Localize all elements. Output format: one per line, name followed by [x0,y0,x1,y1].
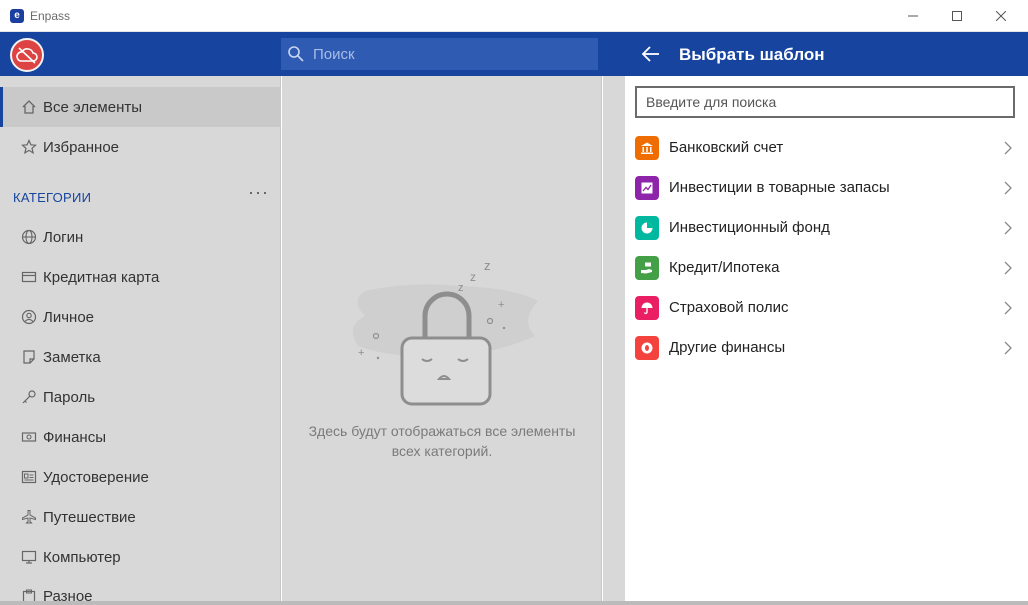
sidebar-item-label: Путешествие [43,508,136,526]
panel-header: Выбрать шаблон [625,32,1025,76]
detail-pane-edge [603,76,625,605]
coin-icon [635,336,659,360]
pie-icon [635,216,659,240]
template-investment-fund[interactable]: Инвестиционный фонд [625,208,1025,248]
sidebar-item-label: Пароль [43,388,96,406]
sidebar-item-note[interactable]: Заметка [0,337,281,377]
categories-more-button[interactable]: ··· [248,182,269,203]
sidebar-item-credit-card[interactable]: Кредитная карта [0,257,281,297]
sidebar-item-label: Заметка [43,348,101,366]
sleeping-lock-illustration: z z z + + [352,258,538,406]
chevron-right-icon [1004,141,1012,155]
template-bank-account[interactable]: Банковский счет [625,128,1025,168]
svg-text:z: z [458,282,464,294]
key-icon [20,388,38,406]
sidebar-item-finance[interactable]: Финансы [0,417,281,457]
sidebar-item-travel[interactable]: Путешествие [0,497,281,537]
template-picker-panel: Выбрать шаблон Введите для поиска Банков… [625,32,1025,601]
sidebar-item-password[interactable]: Пароль [0,377,281,417]
home-icon [20,98,38,116]
items-list-empty: z z z + + Здесь будут отображаться все э… [282,76,602,605]
credit-card-icon [20,268,38,286]
sidebar-item-label: Личное [43,308,95,326]
template-label: Кредит/Ипотека [669,259,780,276]
sidebar-item-label: Кредитная карта [43,268,160,286]
sidebar-item-identity[interactable]: Удостоверение [0,457,281,497]
chevron-right-icon [1004,221,1012,235]
plane-icon [20,508,38,526]
empty-state-text: Здесь будут отображаться все элементы вс… [292,421,592,461]
chevron-right-icon [1004,301,1012,315]
svg-text:z: z [470,270,476,284]
chevron-right-icon [1004,341,1012,355]
window-bottom-edge [0,601,1028,605]
computer-icon [20,548,38,566]
cloud-sync-off-button[interactable] [10,38,44,72]
bank-icon [635,136,659,160]
template-loan-mortgage[interactable]: Кредит/Ипотека [625,248,1025,288]
search-placeholder: Поиск [313,46,355,63]
search-input[interactable]: Поиск [281,38,598,70]
empty-state-line-2: всех категорий. [391,443,493,459]
chevron-right-icon [1004,261,1012,275]
panel-title: Выбрать шаблон [679,45,825,64]
close-button[interactable] [978,0,1024,32]
loan-icon [635,256,659,280]
cloud-off-icon [16,47,38,64]
sidebar-item-label: Компьютер [43,548,121,566]
template-label: Инвестиции в товарные запасы [669,179,890,196]
money-icon [20,428,38,446]
template-other-finance[interactable]: Другие финансы [625,328,1025,368]
svg-text:+: + [358,347,364,359]
template-label: Банковский счет [669,139,784,156]
template-label: Другие финансы [669,339,786,356]
sidebar-item-label: Логин [43,228,84,246]
template-insurance-policy[interactable]: Страховой полис [625,288,1025,328]
sidebar-item-computer[interactable]: Компьютер [0,537,281,577]
note-icon [20,348,38,366]
sidebar-item-personal[interactable]: Личное [0,297,281,337]
maximize-button[interactable] [934,0,980,32]
star-icon [20,138,38,156]
sidebar-item-label: Избранное [43,138,120,156]
template-label: Страховой полис [669,299,789,316]
umbrella-icon [635,296,659,320]
sidebar-item-favorites[interactable]: Избранное [0,127,281,167]
sidebar-item-all-items[interactable]: Все элементы [0,87,281,127]
template-search-placeholder: Введите для поиска [646,94,777,110]
chevron-right-icon [1004,181,1012,195]
empty-state-line-1: Здесь будут отображаться все элементы [308,423,576,439]
sidebar-item-login[interactable]: Логин [0,217,281,257]
minimize-button[interactable] [890,0,936,32]
globe-icon [20,228,38,246]
template-search-input[interactable]: Введите для поиска [635,86,1015,118]
window-title: Enpass [30,9,71,23]
enpass-logo-icon: e [10,9,24,23]
sidebar-item-label: Финансы [43,428,106,446]
sidebar-item-label: Удостоверение [43,468,149,486]
window-titlebar: e Enpass [0,0,1028,32]
back-arrow-icon[interactable] [641,44,661,64]
chart-icon [635,176,659,200]
person-icon [20,308,38,326]
svg-text:+: + [498,299,504,311]
template-stock-investment[interactable]: Инвестиции в товарные запасы [625,168,1025,208]
id-card-icon [20,468,38,486]
sidebar-item-label: Все элементы [43,98,143,116]
categories-header: КАТЕГОРИИ [13,190,92,205]
search-icon [288,46,304,62]
sidebar: Все элементы Избранное КАТЕГОРИИ ··· Лог… [0,76,281,605]
template-label: Инвестиционный фонд [669,219,830,236]
svg-text:z: z [484,258,491,273]
